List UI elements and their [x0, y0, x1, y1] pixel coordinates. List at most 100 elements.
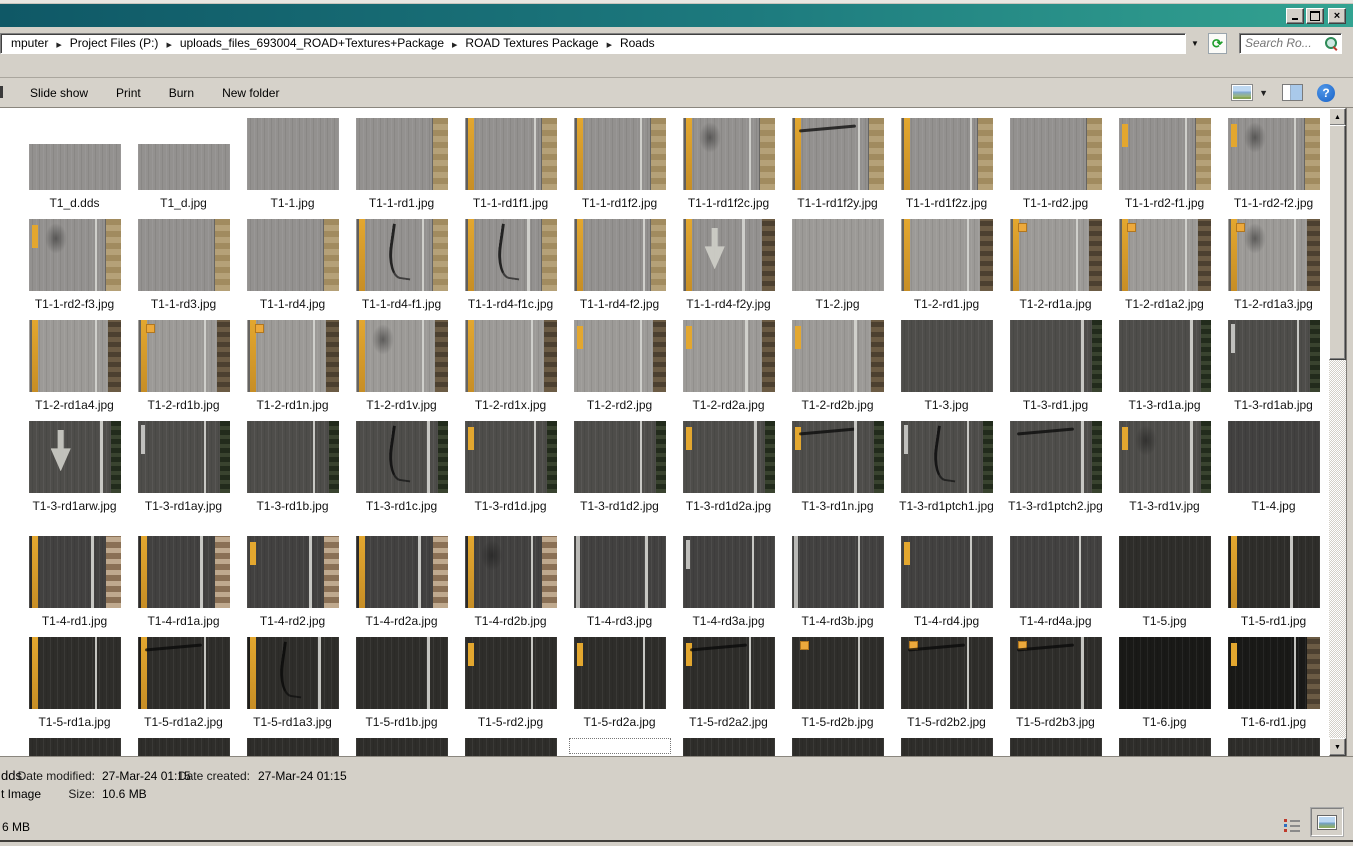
file-item[interactable]: T1-5-rd2b.jpg — [783, 637, 892, 738]
file-item[interactable]: T1-4.jpg — [1219, 421, 1328, 536]
file-item[interactable]: T1-1-rd4-f2.jpg — [565, 219, 674, 320]
file-item-partial[interactable] — [783, 738, 892, 756]
file-item[interactable]: T1-5-rd1a.jpg — [20, 637, 129, 738]
file-item[interactable]: T1-2-rd1a.jpg — [1001, 219, 1110, 320]
file-item[interactable]: T1-3-rd1ptch1.jpg — [892, 421, 1001, 536]
file-item[interactable]: T1-3-rd1ptch2.jpg — [1001, 421, 1110, 536]
scroll-down-button[interactable]: ▼ — [1329, 738, 1346, 756]
file-item[interactable]: T1-2-rd1.jpg — [892, 219, 1001, 320]
file-item[interactable]: T1-6-rd1.jpg — [1219, 637, 1328, 738]
file-item[interactable]: T1-1-rd1f1.jpg — [456, 118, 565, 219]
file-item[interactable]: T1-3-rd1arw.jpg — [20, 421, 129, 536]
thumbnail-view-toggle-button[interactable] — [1311, 808, 1343, 836]
file-item[interactable]: T1-5-rd1a2.jpg — [129, 637, 238, 738]
file-item[interactable]: T1-4-rd4.jpg — [892, 536, 1001, 637]
file-item-partial[interactable] — [238, 738, 347, 756]
file-item[interactable]: T1-5-rd2.jpg — [456, 637, 565, 738]
breadcrumb-item[interactable]: Project Files (P:) — [64, 36, 165, 50]
file-item[interactable]: T1-3-rd1ay.jpg — [129, 421, 238, 536]
file-item[interactable]: T1-5-rd1a3.jpg — [238, 637, 347, 738]
file-item[interactable]: T1-2-rd1a3.jpg — [1219, 219, 1328, 320]
file-item[interactable]: T1-1-rd1f2y.jpg — [783, 118, 892, 219]
file-item[interactable]: T1-4-rd3.jpg — [565, 536, 674, 637]
file-item[interactable]: T1-4-rd4a.jpg — [1001, 536, 1110, 637]
breadcrumb-item[interactable]: mputer — [5, 36, 54, 50]
file-item[interactable]: T1-1-rd1.jpg — [347, 118, 456, 219]
preview-pane-button[interactable] — [1282, 84, 1303, 101]
file-item-partial[interactable] — [347, 738, 456, 756]
file-item[interactable]: T1-1-rd4-f1.jpg — [347, 219, 456, 320]
file-item[interactable]: T1-3-rd1.jpg — [1001, 320, 1110, 421]
file-item[interactable]: T1-3-rd1d2a.jpg — [674, 421, 783, 536]
file-item[interactable]: T1-3.jpg — [892, 320, 1001, 421]
file-item[interactable]: T1_d.jpg — [129, 118, 238, 219]
file-item[interactable]: T1-2-rd2b.jpg — [783, 320, 892, 421]
file-item[interactable]: T1-1-rd1f2c.jpg — [674, 118, 783, 219]
file-item[interactable]: T1-1-rd2.jpg — [1001, 118, 1110, 219]
breadcrumb-item[interactable]: Roads — [614, 36, 661, 50]
file-item[interactable]: T1-1-rd2-f1.jpg — [1110, 118, 1219, 219]
file-item[interactable]: T1-4-rd2a.jpg — [347, 536, 456, 637]
file-item[interactable]: T1-1-rd3.jpg — [129, 219, 238, 320]
close-button[interactable]: × — [1328, 7, 1346, 24]
file-item[interactable]: T1-3-rd1c.jpg — [347, 421, 456, 536]
toolbar-button-burn[interactable]: Burn — [155, 86, 208, 100]
help-button[interactable]: ? — [1317, 83, 1335, 102]
file-item[interactable]: T1-6.jpg — [1110, 637, 1219, 738]
file-item[interactable]: T1-5-rd1.jpg — [1219, 536, 1328, 637]
maximize-button[interactable] — [1306, 7, 1324, 24]
file-item[interactable]: T1-4-rd2.jpg — [238, 536, 347, 637]
file-item-partial[interactable] — [1001, 738, 1110, 756]
file-item[interactable]: T1-5-rd1b.jpg — [347, 637, 456, 738]
file-item-partial[interactable] — [129, 738, 238, 756]
file-item[interactable]: T1-1.jpg — [238, 118, 347, 219]
titlebar[interactable]: × — [0, 4, 1353, 27]
file-item[interactable]: T1-5-rd2b2.jpg — [892, 637, 1001, 738]
file-item[interactable]: T1-2-rd1n.jpg — [238, 320, 347, 421]
file-item[interactable]: T1-5-rd2a2.jpg — [674, 637, 783, 738]
file-item[interactable]: T1-1-rd1f2z.jpg — [892, 118, 1001, 219]
file-item[interactable]: T1-5.jpg — [1110, 536, 1219, 637]
file-item[interactable]: T1-3-rd1d.jpg — [456, 421, 565, 536]
scroll-thumb[interactable] — [1329, 125, 1346, 360]
toolbar-button-new-folder[interactable]: New folder — [208, 86, 293, 100]
refresh-button[interactable]: ⟳ — [1208, 32, 1227, 54]
file-item[interactable]: T1-4-rd3b.jpg — [783, 536, 892, 637]
breadcrumb-item[interactable]: ROAD Textures Package — [459, 36, 604, 50]
file-item[interactable]: T1-1-rd2-f3.jpg — [20, 219, 129, 320]
toolbar-button-slide-show[interactable]: Slide show — [16, 86, 102, 100]
file-item-partial[interactable] — [1219, 738, 1328, 756]
vertical-scrollbar[interactable]: ▲ ▼ — [1329, 108, 1346, 756]
file-item[interactable]: T1-3-rd1ab.jpg — [1219, 320, 1328, 421]
file-item-partial[interactable] — [20, 738, 129, 756]
file-item[interactable]: T1-2.jpg — [783, 219, 892, 320]
file-item[interactable]: T1-4-rd1a.jpg — [129, 536, 238, 637]
file-item[interactable]: T1_d.dds — [20, 118, 129, 219]
file-item[interactable]: T1-2-rd1b.jpg — [129, 320, 238, 421]
search-input[interactable] — [1243, 35, 1325, 51]
breadcrumb-item[interactable]: uploads_files_693004_ROAD+Textures+Packa… — [174, 36, 450, 50]
file-item[interactable]: T1-2-rd1x.jpg — [456, 320, 565, 421]
address-bar[interactable]: mputer ▶ Project Files (P:) ▶ uploads_files_… — [0, 32, 1186, 54]
file-item[interactable]: T1-3-rd1b.jpg — [238, 421, 347, 536]
file-item[interactable]: T1-2-rd1v.jpg — [347, 320, 456, 421]
file-item-partial[interactable] — [456, 738, 565, 756]
file-item[interactable]: T1-1-rd1f2.jpg — [565, 118, 674, 219]
file-item[interactable]: T1-4-rd3a.jpg — [674, 536, 783, 637]
file-item-partial[interactable] — [892, 738, 1001, 756]
file-item[interactable]: T1-3-rd1a.jpg — [1110, 320, 1219, 421]
file-item[interactable]: T1-4-rd1.jpg — [20, 536, 129, 637]
file-item[interactable]: T1-3-rd1d2.jpg — [565, 421, 674, 536]
file-item[interactable]: T1-4-rd2b.jpg — [456, 536, 565, 637]
file-item[interactable]: T1-1-rd2-f2.jpg — [1219, 118, 1328, 219]
file-item[interactable]: T1-5-rd2a.jpg — [565, 637, 674, 738]
file-item-partial[interactable] — [1110, 738, 1219, 756]
file-item[interactable]: T1-5-rd2b3.jpg — [1001, 637, 1110, 738]
file-item[interactable]: T1-1-rd4-f2y.jpg — [674, 219, 783, 320]
scroll-up-button[interactable]: ▲ — [1329, 108, 1346, 126]
list-view-toggle-button[interactable] — [1280, 815, 1308, 836]
search-box[interactable] — [1239, 32, 1342, 54]
file-item[interactable]: T1-2-rd2a.jpg — [674, 320, 783, 421]
file-item[interactable]: T1-1-rd4.jpg — [238, 219, 347, 320]
file-item[interactable]: T1-3-rd1v.jpg — [1110, 421, 1219, 536]
